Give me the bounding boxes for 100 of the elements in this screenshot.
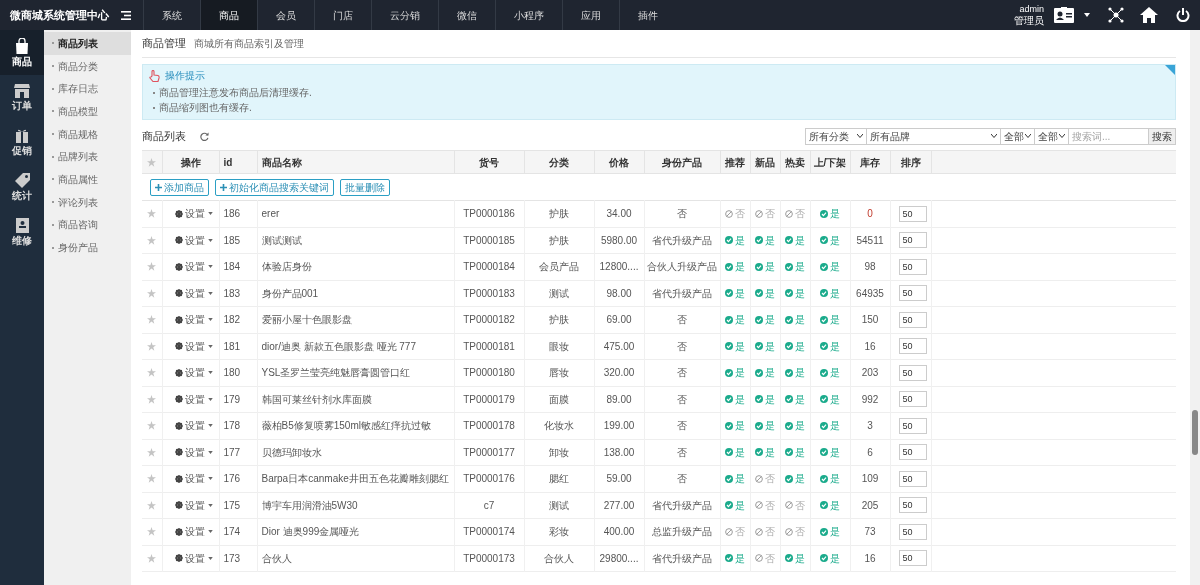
status-toggle[interactable]: 是 <box>725 418 745 433</box>
status-toggle[interactable]: 否 <box>755 497 775 513</box>
settings-dropdown[interactable]: 设置 <box>174 391 213 407</box>
star-icon[interactable] <box>147 209 157 219</box>
status-toggle[interactable]: 否 <box>755 471 775 486</box>
star-icon[interactable] <box>147 500 157 510</box>
search-field[interactable]: 搜索词... <box>1069 127 1149 145</box>
status-toggle[interactable]: 是 <box>820 497 840 513</box>
status-toggle[interactable]: 否 <box>785 497 805 513</box>
status-toggle[interactable]: 是 <box>785 418 805 433</box>
search-button[interactable]: 搜索 <box>1149 127 1176 145</box>
refresh-icon[interactable] <box>200 131 209 141</box>
submenu-item[interactable]: 商品分类 <box>44 54 131 78</box>
menu-icon[interactable] <box>121 10 131 20</box>
star-icon[interactable] <box>147 315 157 325</box>
status-toggle[interactable]: 是 <box>820 524 840 539</box>
settings-dropdown[interactable]: 设置 <box>174 285 213 301</box>
settings-dropdown[interactable]: 设置 <box>174 524 213 540</box>
star-icon[interactable] <box>147 235 157 245</box>
settings-dropdown[interactable]: 设置 <box>174 550 213 566</box>
status-toggle[interactable]: 是 <box>785 259 805 274</box>
status-toggle[interactable]: 是 <box>725 338 745 354</box>
category-select[interactable]: 所有分类 <box>805 127 867 145</box>
submenu-item[interactable]: 商品列表 <box>44 32 131 55</box>
status-toggle[interactable]: 是 <box>785 365 805 380</box>
status-toggle[interactable]: 是 <box>785 312 805 327</box>
status-toggle[interactable]: 是 <box>820 471 840 486</box>
sort-input[interactable]: 50 <box>898 232 927 249</box>
nav-tab[interactable]: 插件 <box>619 0 676 30</box>
status-toggle[interactable]: 是 <box>725 312 745 327</box>
star-icon[interactable] <box>147 262 157 272</box>
status-toggle[interactable]: 否 <box>725 206 745 221</box>
sort-input[interactable]: 50 <box>898 391 927 408</box>
status-toggle[interactable]: 否 <box>755 524 775 539</box>
status-toggle[interactable]: 是 <box>725 550 745 566</box>
sort-input[interactable]: 50 <box>898 497 927 514</box>
star-icon[interactable] <box>147 341 157 351</box>
star-icon[interactable] <box>147 157 157 167</box>
status-toggle[interactable]: 是 <box>785 285 805 301</box>
status-toggle[interactable]: 是 <box>820 365 840 380</box>
nav-tab[interactable]: 小程序 <box>495 0 562 30</box>
status-toggle[interactable]: 否 <box>755 550 775 566</box>
status-toggle[interactable]: 是 <box>820 338 840 354</box>
settings-dropdown[interactable]: 设置 <box>174 365 213 381</box>
star-icon[interactable] <box>147 288 157 298</box>
status-toggle[interactable]: 是 <box>820 418 840 433</box>
status-toggle[interactable]: 是 <box>755 259 775 274</box>
star-icon[interactable] <box>147 447 157 457</box>
status-toggle[interactable]: 是 <box>820 444 840 460</box>
status-toggle[interactable]: 是 <box>820 550 840 566</box>
status-toggle[interactable]: 是 <box>820 312 840 327</box>
submenu-item[interactable]: 商品咨询 <box>44 213 131 237</box>
sort-input[interactable]: 50 <box>898 417 927 434</box>
settings-dropdown[interactable]: 设置 <box>174 497 213 513</box>
nav-tab[interactable]: 门店 <box>314 0 371 30</box>
status-toggle[interactable]: 是 <box>785 471 805 486</box>
status-toggle[interactable]: 是 <box>725 232 745 248</box>
sidebar-item[interactable]: 统计 <box>0 165 44 210</box>
home-icon[interactable] <box>1140 7 1158 23</box>
status-toggle[interactable]: 是 <box>755 365 775 380</box>
settings-dropdown[interactable]: 设置 <box>174 312 213 328</box>
star-icon[interactable] <box>147 368 157 378</box>
status-toggle[interactable]: 是 <box>725 391 745 407</box>
status-toggle[interactable]: 是 <box>820 206 840 221</box>
submenu-item[interactable]: 库存日志 <box>44 77 131 101</box>
status-toggle[interactable]: 是 <box>820 232 840 248</box>
status-toggle[interactable]: 是 <box>785 550 805 566</box>
status-toggle[interactable]: 是 <box>785 338 805 354</box>
status-toggle[interactable]: 是 <box>820 391 840 407</box>
status-toggle[interactable]: 是 <box>755 418 775 433</box>
nav-tab[interactable]: 商品 <box>200 0 257 30</box>
brand-select[interactable]: 所有品牌 <box>867 127 1001 145</box>
star-icon[interactable] <box>147 474 157 484</box>
sidebar-item[interactable]: 维修 <box>0 210 44 255</box>
status-toggle[interactable]: 是 <box>755 444 775 460</box>
status-toggle[interactable]: 是 <box>725 471 745 486</box>
sidebar-item[interactable]: 促销 <box>0 120 44 165</box>
filter-select[interactable]: 全部 <box>1035 127 1069 145</box>
status-toggle[interactable]: 否 <box>785 206 805 221</box>
caret-icon[interactable] <box>1084 13 1090 17</box>
status-toggle[interactable]: 是 <box>725 444 745 460</box>
status-toggle[interactable]: 否 <box>725 524 745 539</box>
settings-dropdown[interactable]: 设置 <box>174 444 213 460</box>
status-toggle[interactable]: 是 <box>785 232 805 248</box>
status-toggle[interactable]: 是 <box>820 259 840 274</box>
settings-dropdown[interactable]: 设置 <box>174 471 213 487</box>
settings-dropdown[interactable]: 设置 <box>174 232 213 248</box>
sort-input[interactable]: 50 <box>898 205 927 222</box>
toolbar-button[interactable]: 初始化商品搜索关键词 <box>215 178 334 196</box>
status-toggle[interactable]: 是 <box>725 259 745 274</box>
sidebar-item[interactable]: 订单 <box>0 75 44 120</box>
status-toggle[interactable]: 是 <box>755 285 775 301</box>
status-toggle[interactable]: 是 <box>725 285 745 301</box>
star-icon[interactable] <box>147 394 157 404</box>
nav-tab[interactable]: 微信 <box>438 0 495 30</box>
status-toggle[interactable]: 是 <box>755 232 775 248</box>
status-toggle[interactable]: 是 <box>725 365 745 380</box>
toolbar-button[interactable]: 批量删除 <box>340 178 390 196</box>
status-toggle[interactable]: 是 <box>755 391 775 407</box>
settings-dropdown[interactable]: 设置 <box>174 259 213 275</box>
